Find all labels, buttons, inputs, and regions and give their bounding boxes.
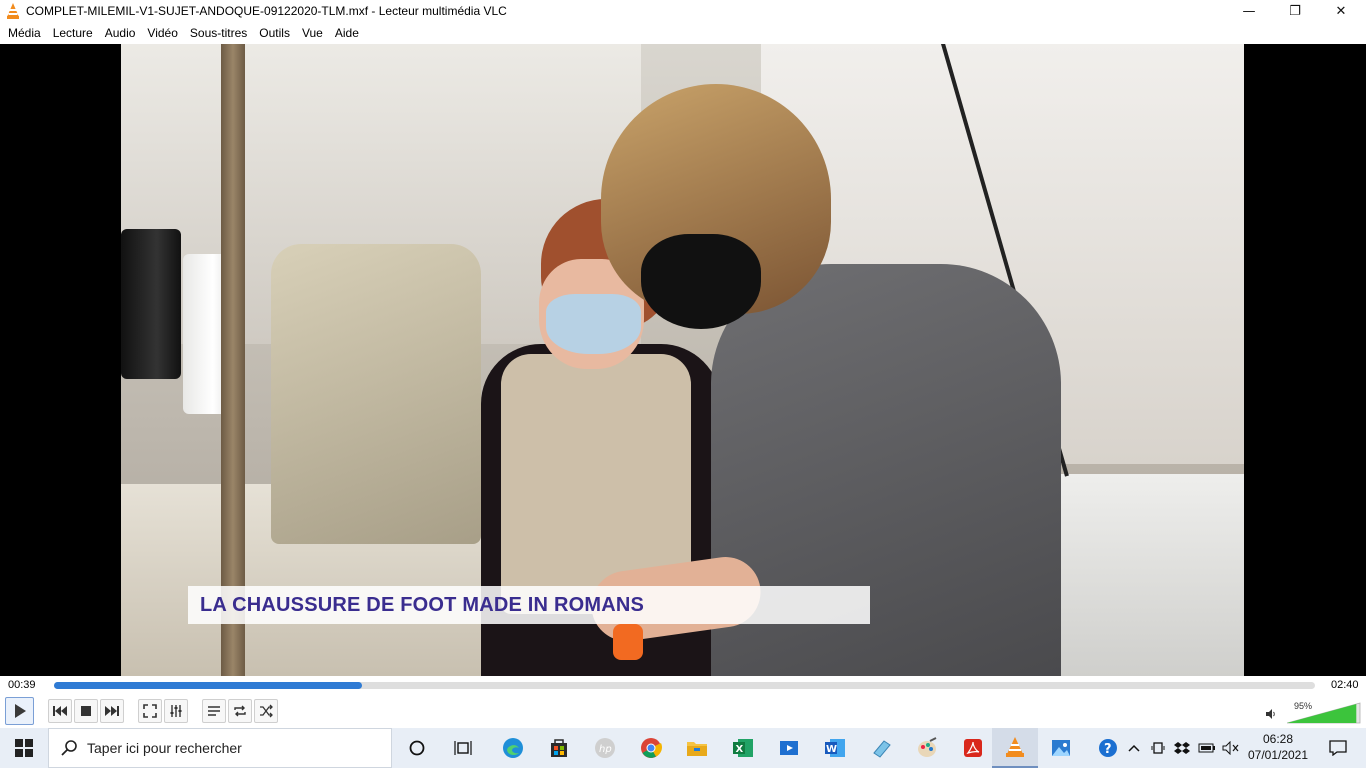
search-placeholder: Taper ici pour rechercher [87, 740, 242, 756]
menu-audio[interactable]: Audio [99, 22, 142, 44]
acrobat-icon[interactable] [950, 728, 996, 768]
video-area[interactable]: LA CHAUSSURE DE FOOT MADE IN ROMANS [0, 44, 1366, 676]
battery-icon[interactable] [1196, 728, 1218, 768]
loop-button[interactable] [228, 699, 252, 723]
svg-text:hp: hp [599, 744, 612, 755]
play-button[interactable] [5, 697, 34, 725]
help-icon[interactable]: ? [1096, 728, 1120, 768]
word-icon[interactable]: W [812, 728, 858, 768]
file-explorer-icon[interactable] [674, 728, 720, 768]
tablet-app-icon[interactable] [858, 728, 904, 768]
maximize-button[interactable]: ❐ [1272, 0, 1318, 22]
task-view-icon[interactable] [440, 728, 486, 768]
vlc-taskbar-icon[interactable] [992, 728, 1038, 768]
previous-button[interactable] [48, 699, 72, 723]
clock-time: 06:28 [1262, 732, 1294, 746]
stop-button[interactable] [74, 699, 98, 723]
play-icon [14, 704, 26, 718]
menu-media[interactable]: Média [2, 22, 47, 44]
next-icon [105, 706, 119, 716]
menu-bar: Média Lecture Audio Vidéo Sous-titres Ou… [0, 22, 1366, 44]
notifications-icon[interactable] [1318, 728, 1358, 768]
extended-settings-button[interactable] [164, 699, 188, 723]
surgical-mask [546, 294, 641, 354]
video-frame[interactable]: LA CHAUSSURE DE FOOT MADE IN ROMANS [121, 44, 1244, 676]
title-bar: COMPLET-MILEMIL-V1-SUJET-ANDOQUE-0912202… [0, 0, 1366, 22]
window-title: COMPLET-MILEMIL-V1-SUJET-ANDOQUE-0912202… [26, 4, 507, 18]
svg-text:X: X [736, 744, 744, 755]
menu-aide[interactable]: Aide [329, 22, 365, 44]
elapsed-time: 00:39 [8, 679, 36, 691]
volume-slider[interactable] [1287, 702, 1361, 724]
system-clock[interactable]: 06:28 07/01/2021 [1246, 731, 1310, 763]
equalizer-icon [170, 705, 182, 717]
close-button[interactable]: ✕ [1318, 0, 1364, 22]
stop-icon [81, 706, 91, 716]
excel-icon[interactable]: X [720, 728, 766, 768]
video-caption: LA CHAUSSURE DE FOOT MADE IN ROMANS [188, 586, 870, 624]
menu-sous-titres[interactable]: Sous-titres [184, 22, 253, 44]
menu-lecture[interactable]: Lecture [47, 22, 99, 44]
playlist-icon [208, 706, 220, 716]
svg-text:W: W [826, 744, 837, 755]
search-icon [61, 740, 77, 756]
caption-text: LA CHAUSSURE DE FOOT MADE IN ROMANS [200, 593, 645, 616]
total-time: 02:40 [1331, 679, 1359, 691]
next-button[interactable] [100, 699, 124, 723]
loop-icon [234, 705, 246, 717]
media-player-icon[interactable] [766, 728, 812, 768]
speaker-icon[interactable] [1265, 708, 1277, 720]
start-button[interactable] [0, 728, 48, 768]
sewing-machine [271, 244, 481, 544]
shuffle-button[interactable] [254, 699, 278, 723]
menu-video[interactable]: Vidéo [141, 22, 183, 44]
control-bar: 95% [0, 696, 1366, 728]
svg-text:?: ? [1104, 742, 1112, 757]
menu-outils[interactable]: Outils [253, 22, 296, 44]
edge-icon[interactable] [490, 728, 536, 768]
clock-date: 07/01/2021 [1247, 748, 1309, 762]
dropbox-icon[interactable] [1172, 728, 1192, 768]
cortana-icon[interactable] [394, 728, 440, 768]
chevron-up-icon[interactable] [1124, 728, 1144, 768]
seek-slider[interactable] [54, 682, 1315, 689]
device-icon[interactable] [1148, 728, 1168, 768]
thread-spool-black [121, 229, 181, 379]
store-icon[interactable] [536, 728, 582, 768]
taskbar: Taper ici pour rechercher hp X W ? 06:28… [0, 728, 1366, 768]
taskbar-search[interactable]: Taper ici pour rechercher [48, 728, 392, 768]
black-mask [641, 234, 761, 329]
orange-watch [613, 624, 643, 660]
previous-icon [53, 706, 67, 716]
shuffle-icon [260, 704, 273, 718]
seek-bar: 00:39 02:40 [0, 676, 1366, 696]
chrome-icon[interactable] [628, 728, 674, 768]
playlist-button[interactable] [202, 699, 226, 723]
fullscreen-button[interactable] [138, 699, 162, 723]
paint-icon[interactable] [904, 728, 950, 768]
vlc-icon [2, 0, 24, 22]
windows-logo-icon [15, 739, 33, 757]
seek-progress [54, 682, 362, 689]
menu-vue[interactable]: Vue [296, 22, 329, 44]
fullscreen-icon [143, 704, 157, 718]
volume-muted-icon[interactable] [1220, 728, 1242, 768]
hp-icon[interactable]: hp [582, 728, 628, 768]
pole [221, 44, 245, 676]
photos-icon[interactable] [1038, 728, 1084, 768]
minimize-button[interactable]: — [1226, 0, 1272, 22]
